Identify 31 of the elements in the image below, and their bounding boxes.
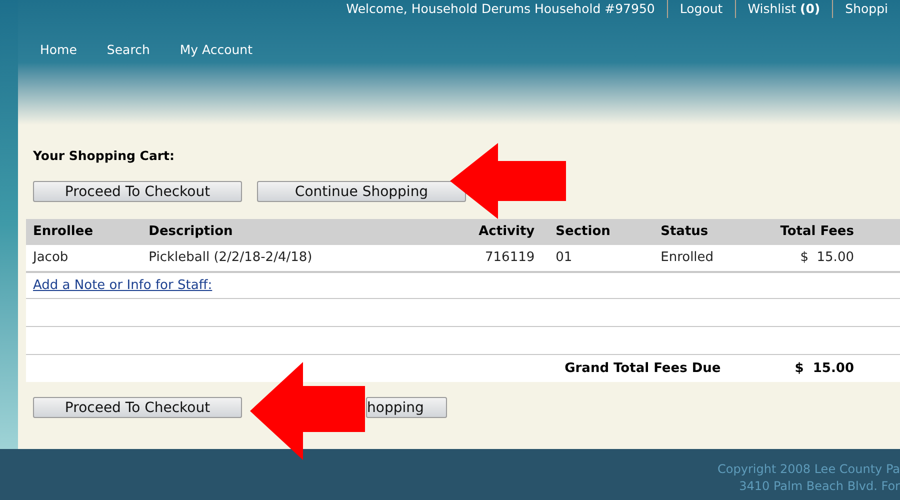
table-cell: Enrolled xyxy=(660,250,714,265)
arrow-icon xyxy=(250,362,366,461)
table-cell: Pickleball (2/2/18-2/4/18) xyxy=(148,250,312,265)
nav-link[interactable]: Home xyxy=(40,41,77,60)
table-cell: $ 15.00 xyxy=(800,250,854,265)
button[interactable]: hopping xyxy=(366,396,447,418)
column-header: Total Fees xyxy=(780,224,854,239)
column-header: Description xyxy=(148,224,233,239)
footer-text: 3410 Palm Beach Blvd. For xyxy=(739,478,900,494)
footer-text: Copyright 2008 Lee County Pa xyxy=(718,460,900,478)
column-header: Section xyxy=(556,224,610,239)
grand-total-value: $ 15.00 xyxy=(794,360,854,376)
header-link[interactable]: Wishlist (0) xyxy=(734,0,832,18)
table-cell: 01 xyxy=(556,250,572,265)
cart-title: Your Shopping Cart: xyxy=(33,147,176,165)
table-cell: Jacob xyxy=(33,250,68,265)
button[interactable]: Continue Shopping xyxy=(257,180,466,202)
note-link[interactable]: Add a Note or Info for Staff: xyxy=(33,278,212,293)
column-header: Status xyxy=(660,224,708,239)
button[interactable]: Proceed To Checkout xyxy=(33,396,242,418)
header-link[interactable]: Logout xyxy=(666,0,735,18)
column-header: Enrollee xyxy=(33,224,94,239)
column-header: Activity xyxy=(478,224,535,239)
nav-link[interactable]: My Account xyxy=(180,41,253,60)
button[interactable]: Proceed To Checkout xyxy=(33,180,242,202)
welcome-text: Welcome, Household Derums Household #97950 xyxy=(346,0,656,18)
arrow-icon xyxy=(450,143,567,219)
header-link[interactable]: Shoppi xyxy=(832,0,900,18)
nav-link[interactable]: Search xyxy=(106,41,150,60)
table-cell: 716119 xyxy=(485,250,535,265)
grand-total-label: Grand Total Fees Due xyxy=(564,360,721,376)
